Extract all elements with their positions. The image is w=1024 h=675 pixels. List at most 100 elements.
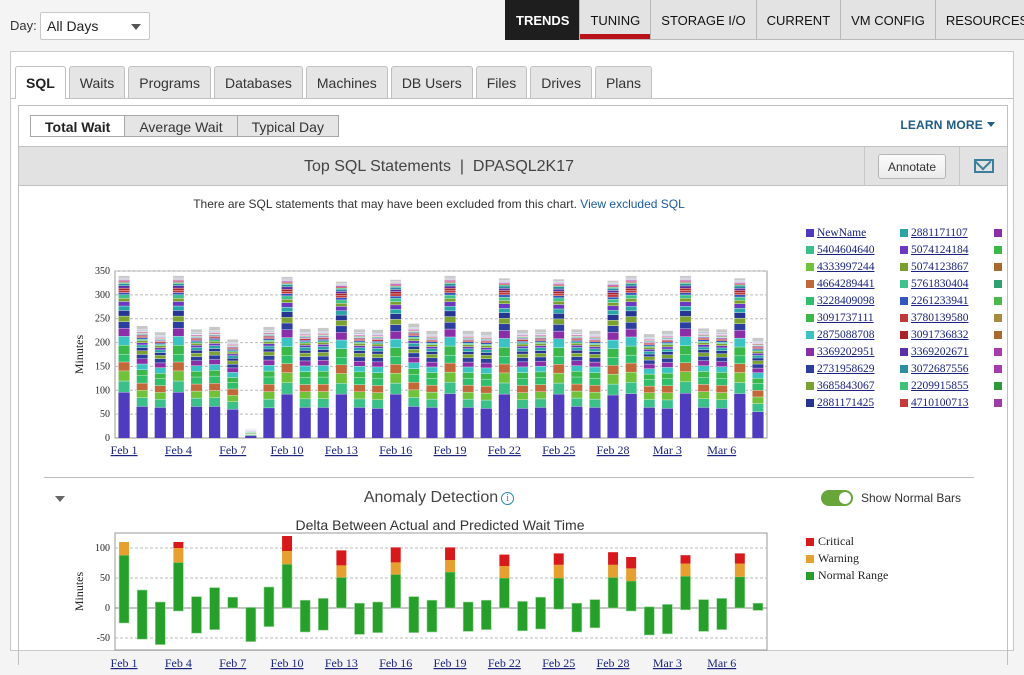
legend-item[interactable]: 2881171107 [900,227,994,239]
tab-drives[interactable]: Drives [530,66,592,98]
x-tick-label[interactable]: Feb 4 [165,656,192,670]
x-tick-label[interactable]: Feb 25 [542,443,575,457]
x-tick-label[interactable]: Feb 19 [434,656,467,670]
legend-item[interactable]: 5074123867 [900,261,994,273]
legend-item[interactable]: 2731958629 [806,363,900,375]
x-tick-label[interactable]: Feb 7 [219,656,246,670]
nav-trends[interactable]: TRENDS [505,0,580,40]
bar-segment [300,357,311,361]
legend-item[interactable]: 5761830404 [900,278,994,290]
legend-link[interactable]: 3228409098 [817,295,875,307]
legend-item[interactable]: 3228409098 [806,295,900,307]
legend-item[interactable]: 4664289441 [806,278,900,290]
tab-files[interactable]: Files [476,66,528,98]
tab-machines[interactable]: Machines [306,66,388,98]
x-tick-label[interactable]: Feb 16 [379,443,412,457]
x-tick-label[interactable]: Feb 1 [111,656,138,670]
tab-db-users[interactable]: DB Users [391,66,473,98]
legend-item[interactable]: 3072687556 [900,363,994,375]
tab-sql[interactable]: SQL [15,66,66,99]
x-tick-label[interactable]: Mar 3 [653,443,682,457]
x-tick-label[interactable]: Mar 6 [707,656,736,670]
x-tick-label[interactable]: Feb 22 [488,656,521,670]
info-icon[interactable]: i [501,492,514,505]
legend-link[interactable]: 3369202951 [817,346,875,358]
legend-link[interactable]: 4333997244 [817,261,875,273]
x-tick-label[interactable]: Feb 13 [325,443,358,457]
view-tab-total-wait[interactable]: Total Wait [30,115,125,137]
legend-item[interactable]: 3780139580 [900,312,994,324]
bar-segment [644,343,655,344]
legend-item[interactable]: 2209915855 [900,380,994,392]
legend-link[interactable]: 2881171107 [911,227,968,239]
legend-link[interactable]: 3091736832 [911,329,969,341]
legend-link[interactable]: 4710100713 [911,397,969,409]
envelope-icon[interactable] [974,159,994,173]
bar-segment [752,347,763,348]
legend-item[interactable]: 3369202671 [900,346,994,358]
legend-link[interactable]: 5074124184 [911,244,969,256]
legend-link[interactable]: 2875088708 [817,329,875,341]
show-normal-bars-toggle[interactable] [821,490,853,506]
nav-tuning[interactable]: TUNING [579,0,651,40]
legend-link[interactable]: 3685843067 [817,380,875,392]
x-tick-label[interactable]: Feb 25 [542,656,575,670]
legend-item[interactable]: 5074124184 [900,244,994,256]
x-tick-label[interactable]: Feb 22 [488,443,521,457]
annotate-button[interactable]: Annotate [878,154,946,179]
view-excluded-sql-link[interactable]: View excluded SQL [580,197,685,211]
day-filter-select[interactable]: All Days [40,12,150,40]
x-tick-label[interactable]: Feb 10 [271,443,304,457]
x-tick-label[interactable]: Mar 6 [707,443,736,457]
legend-link[interactable]: 2209915855 [911,380,969,392]
x-tick-label[interactable]: Feb 16 [379,656,412,670]
x-tick-label[interactable]: Feb 28 [597,656,630,670]
legend-item[interactable]: 4333997244 [806,261,900,273]
legend-link[interactable]: 5074123867 [911,261,969,273]
x-tick-label[interactable]: Feb 28 [597,443,630,457]
x-tick-label[interactable]: Feb 1 [111,443,138,457]
legend-item[interactable]: 3091737111 [806,312,900,324]
legend-link[interactable]: 5404604640 [817,244,875,256]
view-tab-typical-day[interactable]: Typical Day [237,115,339,137]
learn-more-link[interactable]: LEARN MORE [900,118,995,132]
legend-link[interactable]: 2261233941 [911,295,969,307]
x-tick-label[interactable]: Mar 3 [653,656,682,670]
bar-segment [118,336,129,345]
legend-item[interactable]: 3369202951 [806,346,900,358]
x-tick-label[interactable]: Feb 10 [271,656,304,670]
tab-programs[interactable]: Programs [128,66,211,98]
bar-segment [408,327,419,329]
legend-item[interactable]: 3685843067 [806,380,900,392]
legend-link[interactable]: 3369202671 [911,346,969,358]
tab-plans[interactable]: Plans [595,66,652,98]
legend-item[interactable]: 3091736832 [900,329,994,341]
tab-databases[interactable]: Databases [214,66,303,98]
view-tab-average-wait[interactable]: Average Wait [124,115,237,137]
tab-waits[interactable]: Waits [69,66,125,98]
legend-item[interactable]: 5404604640 [806,244,900,256]
x-tick-label[interactable]: Feb 7 [219,443,246,457]
nav-resources[interactable]: RESOURCES [935,0,1024,40]
legend-link[interactable]: 4664289441 [817,278,875,290]
legend-item[interactable]: 2261233941 [900,295,994,307]
legend-link[interactable]: 3780139580 [911,312,969,324]
x-tick-label[interactable]: Feb 13 [325,656,358,670]
legend-item[interactable]: 2875088708 [806,329,900,341]
legend-link[interactable]: 3091737111 [817,312,874,324]
nav-storage-io[interactable]: STORAGE I/O [650,0,756,40]
legend-item[interactable]: 2881171425 [806,397,900,409]
x-tick-label[interactable]: Feb 19 [434,443,467,457]
legend-item[interactable]: NewName [806,227,900,239]
legend-link[interactable]: 5761830404 [911,278,969,290]
nav-vm-config[interactable]: VM CONFIG [840,0,936,40]
nav-current[interactable]: CURRENT [756,0,842,40]
legend-link[interactable]: NewName [817,227,866,239]
bar-segment [607,340,618,349]
legend-link[interactable]: 3072687556 [911,363,969,375]
legend-link[interactable]: 2731958629 [817,363,875,375]
normal-range-bar [699,600,709,632]
legend-link[interactable]: 2881171425 [817,397,874,409]
legend-item[interactable]: 4710100713 [900,397,994,409]
x-tick-label[interactable]: Feb 4 [165,443,192,457]
